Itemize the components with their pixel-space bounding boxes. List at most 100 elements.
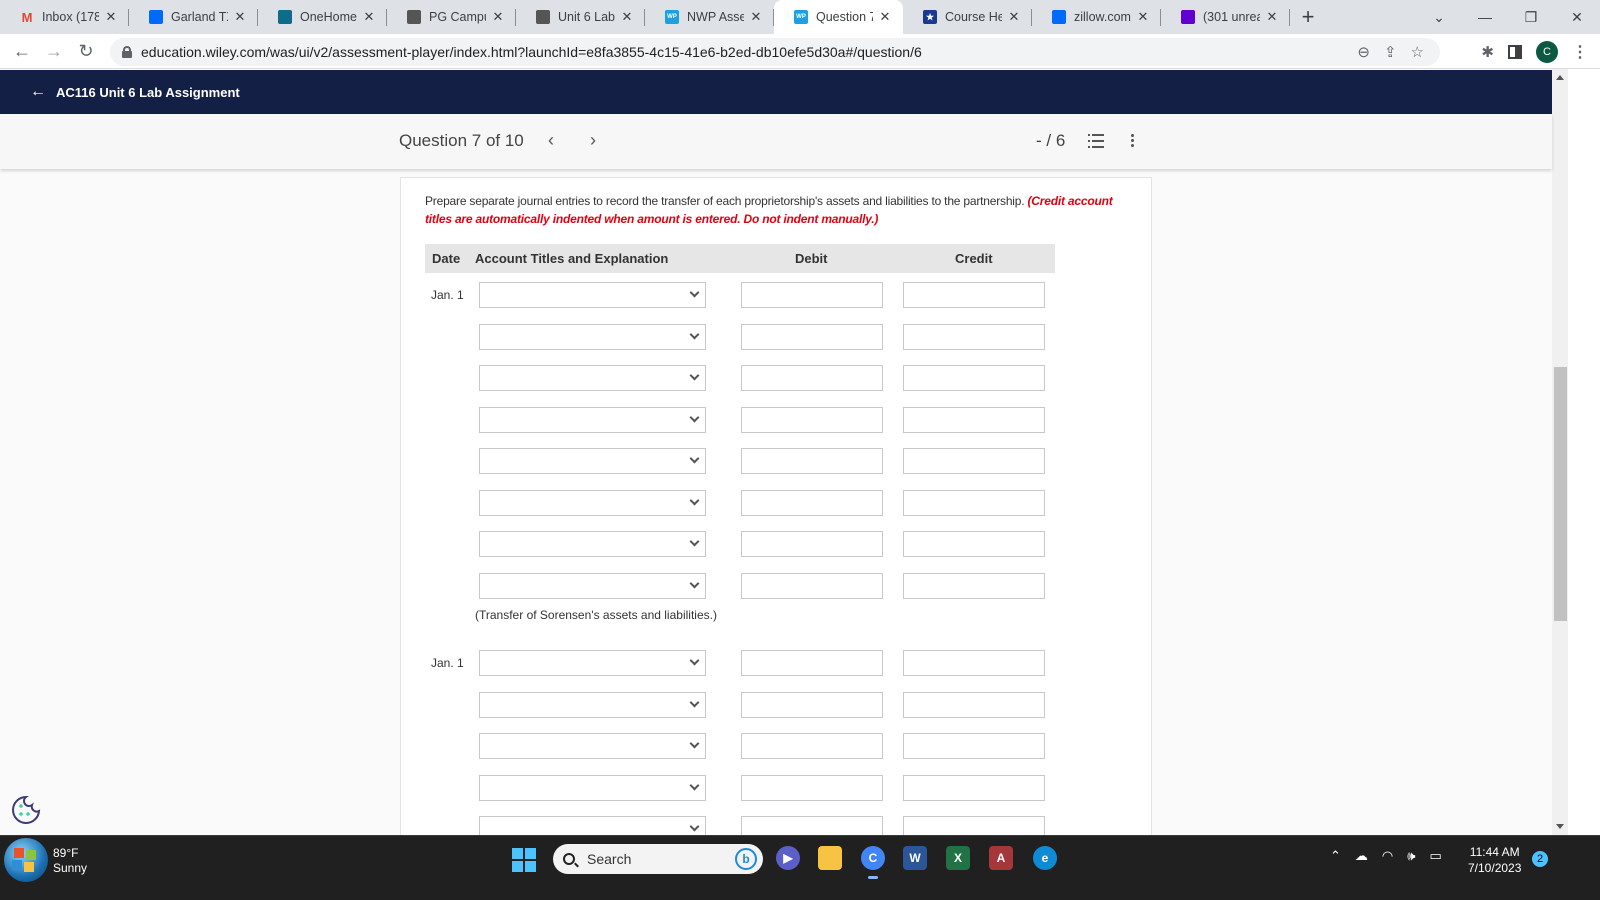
account-title-select[interactable] — [479, 324, 706, 350]
profile-avatar[interactable]: C — [1536, 40, 1558, 63]
side-panel-icon[interactable] — [1508, 44, 1522, 59]
show-hidden-icons-chevron-icon[interactable]: ⌃ — [1330, 848, 1341, 864]
debit-input[interactable] — [741, 490, 883, 516]
forward-button[interactable]: → — [38, 41, 70, 62]
browser-tab[interactable]: ★ Course Hero ✕ — [903, 0, 1032, 34]
scroll-down-arrow-icon[interactable] — [1556, 824, 1564, 829]
new-tab-button[interactable]: + — [1290, 0, 1326, 34]
close-tab-icon[interactable]: ✕ — [1264, 9, 1280, 25]
credit-input[interactable] — [903, 650, 1045, 676]
credit-input[interactable] — [903, 816, 1045, 835]
next-question-button[interactable]: › — [590, 130, 596, 151]
back-button[interactable]: ← — [6, 41, 38, 62]
previous-question-button[interactable]: ‹ — [548, 130, 554, 151]
credit-input[interactable] — [903, 531, 1045, 557]
more-options-icon[interactable] — [1131, 134, 1135, 148]
debit-input[interactable] — [741, 365, 883, 391]
credit-input[interactable] — [903, 365, 1045, 391]
debit-input[interactable] — [741, 733, 883, 759]
credit-input[interactable] — [903, 324, 1045, 350]
account-title-select[interactable] — [479, 282, 706, 308]
browser-menu-icon[interactable]: ⋮ — [1572, 42, 1588, 62]
restore-button[interactable]: ❐ — [1508, 9, 1554, 26]
account-title-select[interactable] — [479, 365, 706, 391]
browser-tab[interactable]: Garland TX R ✕ — [129, 0, 258, 34]
debit-input[interactable] — [741, 282, 883, 308]
debit-input[interactable] — [741, 531, 883, 557]
share-icon[interactable]: ⇪ — [1384, 43, 1397, 61]
wifi-icon[interactable]: ◠ — [1382, 848, 1393, 864]
address-bar[interactable]: education.wiley.com/was/ui/v2/assessment… — [110, 38, 1440, 66]
file-explorer-icon[interactable] — [818, 846, 842, 870]
account-title-select[interactable] — [479, 407, 706, 433]
credit-input[interactable] — [903, 692, 1045, 718]
extensions-puzzle-icon[interactable]: ✱ — [1481, 43, 1494, 61]
access-icon[interactable]: A — [989, 846, 1013, 870]
bing-icon[interactable]: b — [735, 848, 757, 870]
weather-widget[interactable]: 89°F Sunny — [4, 838, 87, 882]
browser-tab[interactable]: OneHome™ ✕ — [258, 0, 387, 34]
credit-input[interactable] — [903, 733, 1045, 759]
question-list-icon[interactable] — [1088, 134, 1104, 148]
minimize-button[interactable]: — — [1462, 9, 1508, 25]
account-title-select[interactable] — [479, 816, 706, 835]
reload-button[interactable]: ↻ — [70, 41, 102, 62]
meet-now-icon[interactable]: ▶ — [776, 846, 800, 870]
assignment-title[interactable]: AC116 Unit 6 Lab Assignment — [56, 85, 240, 100]
zoom-out-icon[interactable]: ⊖ — [1357, 43, 1370, 61]
battery-icon[interactable]: ▭ — [1429, 848, 1441, 864]
account-title-select[interactable] — [479, 692, 706, 718]
back-arrow-icon[interactable]: ← — [30, 83, 46, 101]
close-tab-icon[interactable]: ✕ — [361, 9, 377, 25]
account-title-select[interactable] — [479, 775, 706, 801]
debit-input[interactable] — [741, 448, 883, 474]
credit-input[interactable] — [903, 775, 1045, 801]
account-title-select[interactable] — [479, 531, 706, 557]
edge-icon[interactable]: e — [1033, 846, 1057, 870]
scroll-up-arrow-icon[interactable] — [1556, 75, 1564, 80]
account-title-select[interactable] — [479, 650, 706, 676]
tab-search-icon[interactable]: ⌄ — [1416, 9, 1462, 26]
url-text[interactable]: education.wiley.com/was/ui/v2/assessment… — [141, 44, 922, 60]
excel-icon[interactable]: X — [946, 846, 970, 870]
account-title-select[interactable] — [479, 733, 706, 759]
browser-tab[interactable]: (301 unread) ✕ — [1161, 0, 1290, 34]
word-icon[interactable]: W — [903, 846, 927, 870]
debit-input[interactable] — [741, 775, 883, 801]
bookmark-star-icon[interactable]: ☆ — [1411, 43, 1424, 61]
close-tab-icon[interactable]: ✕ — [1135, 9, 1151, 25]
start-button[interactable] — [512, 848, 536, 872]
debit-input[interactable] — [741, 816, 883, 835]
close-tab-icon[interactable]: ✕ — [748, 9, 764, 25]
browser-tab[interactable]: M Inbox (178) - ✕ — [0, 0, 129, 34]
credit-input[interactable] — [903, 490, 1045, 516]
close-tab-icon[interactable]: ✕ — [877, 9, 893, 25]
account-title-select[interactable] — [479, 448, 706, 474]
credit-input[interactable] — [903, 282, 1045, 308]
browser-tab[interactable]: zillow.com/d ✕ — [1032, 0, 1161, 34]
notification-badge[interactable]: 2 — [1532, 851, 1548, 867]
chrome-icon[interactable]: C — [861, 846, 885, 879]
debit-input[interactable] — [741, 407, 883, 433]
close-tab-icon[interactable]: ✕ — [103, 9, 119, 25]
account-title-select[interactable] — [479, 490, 706, 516]
close-tab-icon[interactable]: ✕ — [619, 9, 635, 25]
page-scrollbar[interactable] — [1552, 69, 1568, 835]
browser-tab[interactable]: WP NWP Assessm ✕ — [645, 0, 774, 34]
scrollbar-thumb[interactable] — [1554, 367, 1567, 621]
close-window-button[interactable]: ✕ — [1554, 9, 1600, 26]
taskbar-search[interactable]: Search b — [553, 844, 763, 874]
debit-input[interactable] — [741, 573, 883, 599]
browser-tab[interactable]: PG Campus ✕ — [387, 0, 516, 34]
close-tab-icon[interactable]: ✕ — [232, 9, 248, 25]
volume-icon[interactable]: 🕪 — [1407, 848, 1415, 864]
browser-tab[interactable]: WP Question 7 o ✕ — [774, 0, 903, 34]
onedrive-cloud-icon[interactable]: ☁ — [1355, 848, 1368, 864]
credit-input[interactable] — [903, 448, 1045, 474]
cookie-settings-icon[interactable] — [10, 794, 42, 826]
credit-input[interactable] — [903, 407, 1045, 433]
debit-input[interactable] — [741, 650, 883, 676]
debit-input[interactable] — [741, 324, 883, 350]
browser-tab[interactable]: Unit 6 Lab As ✕ — [516, 0, 645, 34]
debit-input[interactable] — [741, 692, 883, 718]
